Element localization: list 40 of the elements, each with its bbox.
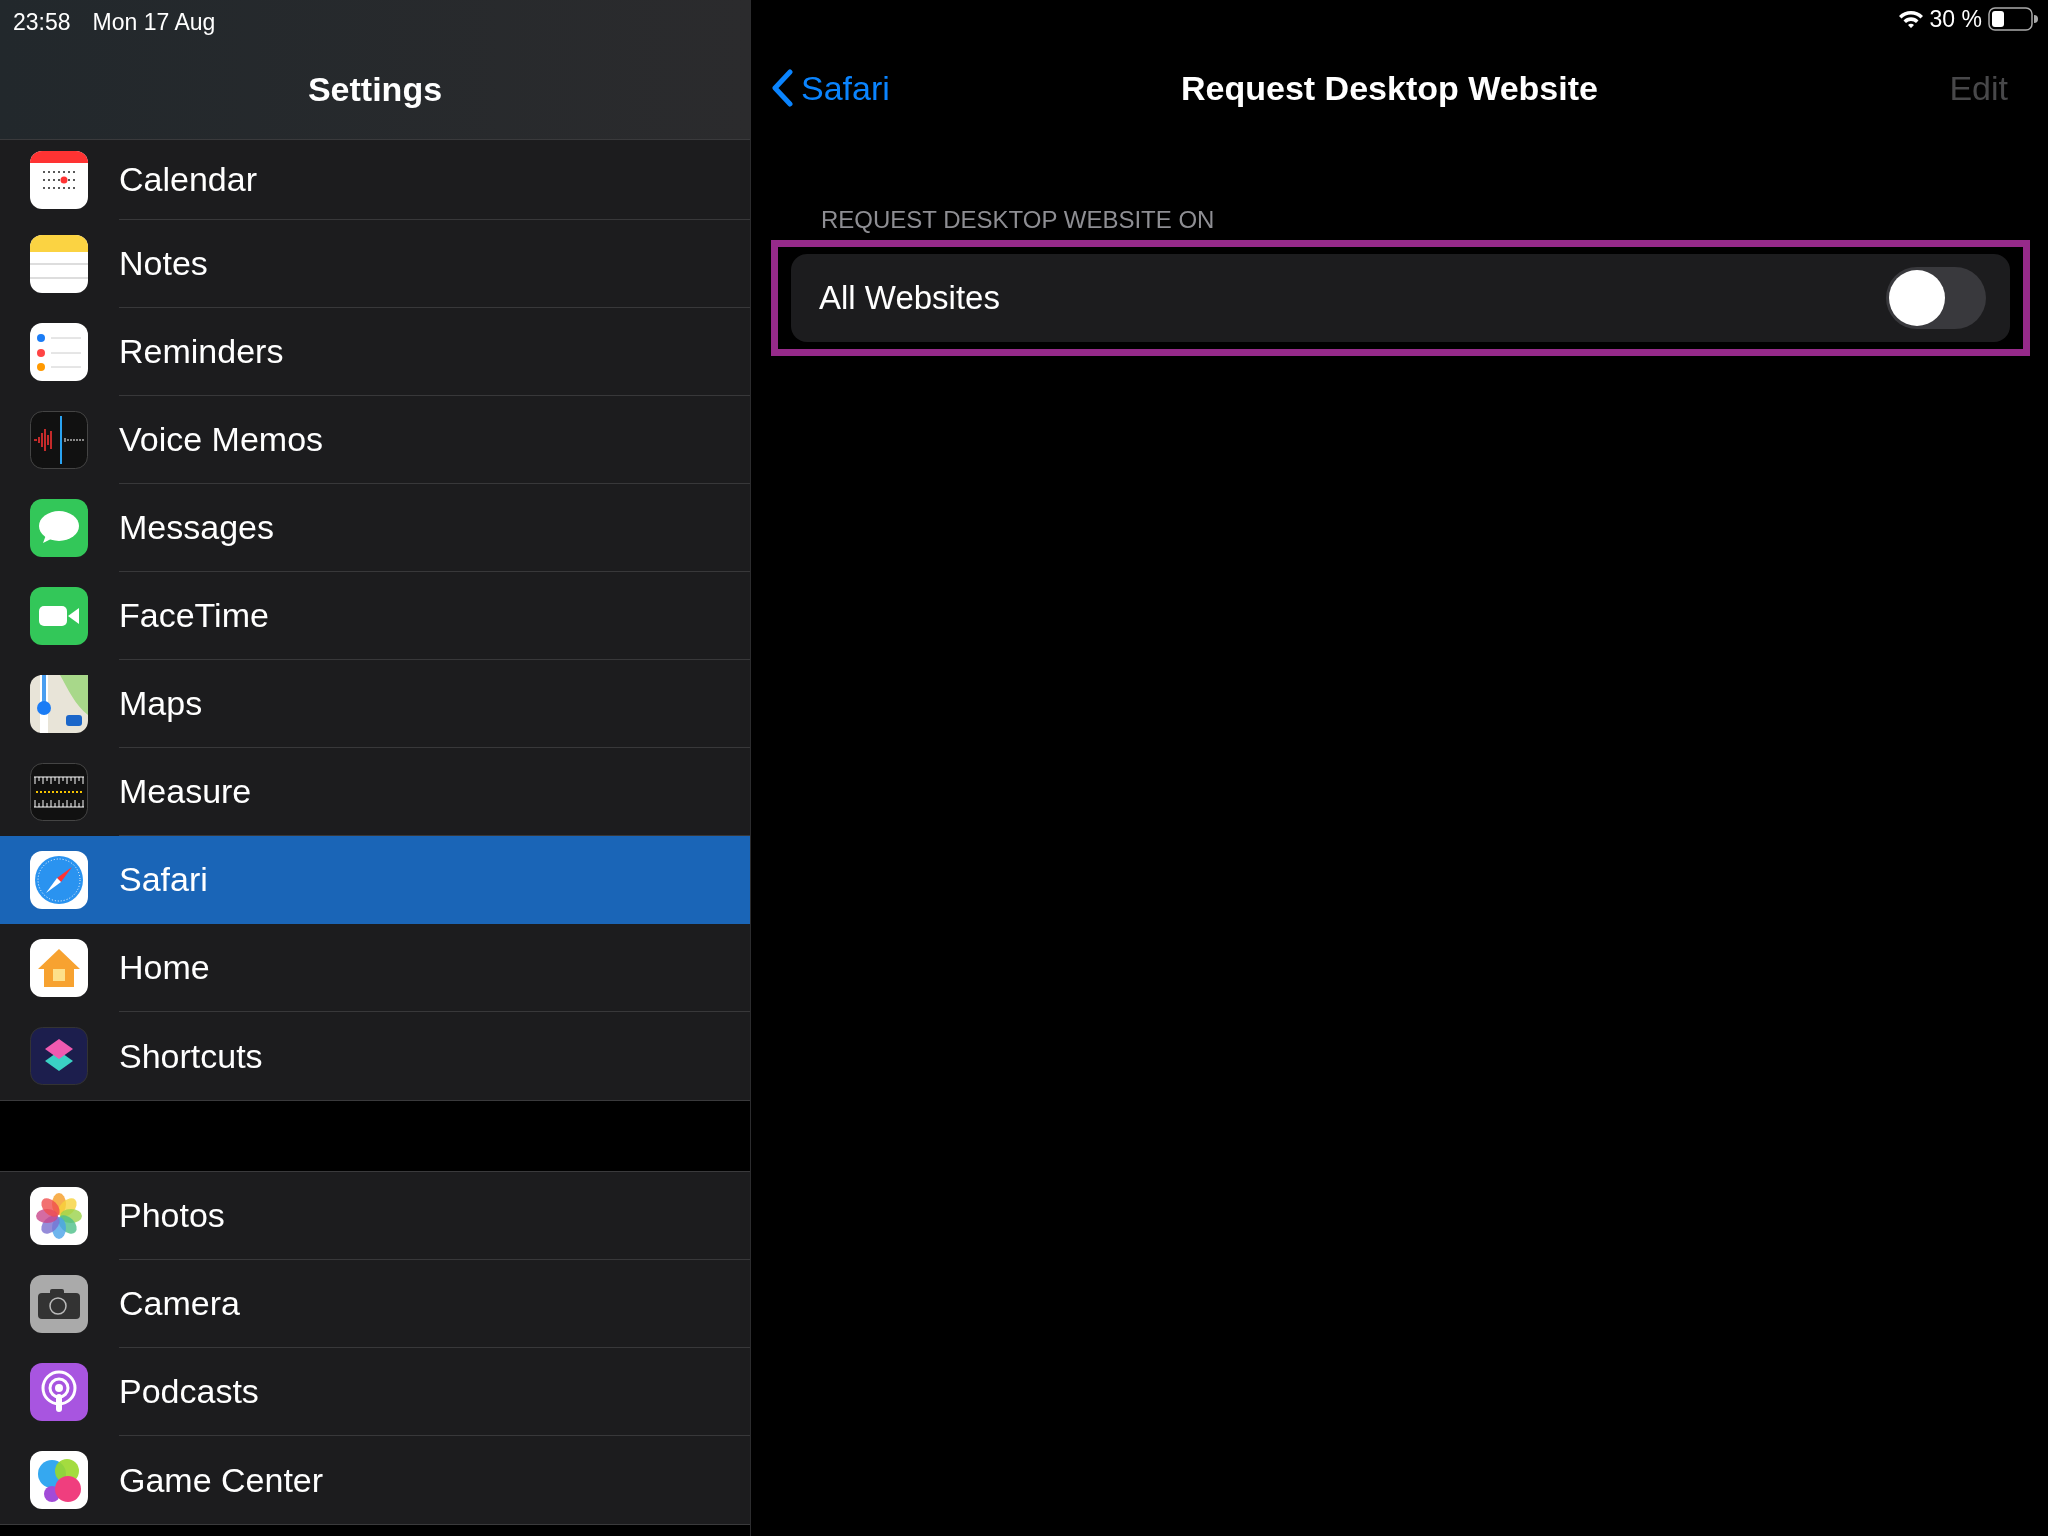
podcast-icon	[30, 1363, 88, 1421]
notepad-icon	[30, 235, 88, 293]
section-header: REQUEST DESKTOP WEBSITE ON	[821, 206, 1215, 233]
speech-bubble-icon	[30, 499, 88, 557]
video-camera-icon	[30, 587, 88, 645]
wifi-icon	[1897, 9, 1924, 29]
camera-icon	[30, 1275, 88, 1333]
settings-row[interactable]: Maps	[0, 660, 750, 748]
settings-row[interactable]: Reminders	[0, 308, 750, 396]
settings-row[interactable]: Game Center	[0, 1436, 750, 1524]
bubbles-icon	[30, 1451, 88, 1509]
sidebar-title: Settings	[307, 70, 443, 109]
settings-row[interactable]: Shortcuts	[0, 1012, 750, 1100]
layers-icon	[30, 1027, 88, 1085]
battery-percentage: 30 %	[1929, 5, 1982, 33]
calendar-icon	[30, 151, 88, 209]
checklist-icon	[30, 323, 88, 381]
map-icon	[30, 675, 88, 733]
settings-row[interactable]: Calendar	[0, 140, 750, 220]
settings-row[interactable]: Voice Memos	[0, 396, 750, 484]
row-label: All Websites	[819, 279, 1001, 317]
compass-icon	[30, 851, 88, 909]
settings-row[interactable]: Camera	[0, 1260, 750, 1348]
settings-row[interactable]: Podcasts	[0, 1348, 750, 1436]
status-time: 23:58	[13, 8, 71, 36]
flower-icon	[30, 1187, 88, 1245]
back-button[interactable]: Safari	[771, 68, 890, 108]
chevron-left-icon	[771, 69, 793, 107]
settings-row[interactable]: FaceTime	[0, 572, 750, 660]
settings-row[interactable]: Messages	[0, 484, 750, 572]
status-date: Mon 17 Aug	[92, 8, 216, 36]
settings-row[interactable]: Notes	[0, 220, 750, 308]
ruler-icon	[30, 763, 88, 821]
page-title: Request Desktop Website	[1181, 68, 1598, 108]
house-icon	[30, 939, 88, 997]
waveform-icon	[30, 411, 88, 469]
battery-icon	[1988, 7, 2038, 31]
settings-row[interactable]: Home	[0, 924, 750, 1012]
settings-row[interactable]: Safari	[0, 836, 750, 924]
settings-row[interactable]: Photos	[0, 1172, 750, 1260]
